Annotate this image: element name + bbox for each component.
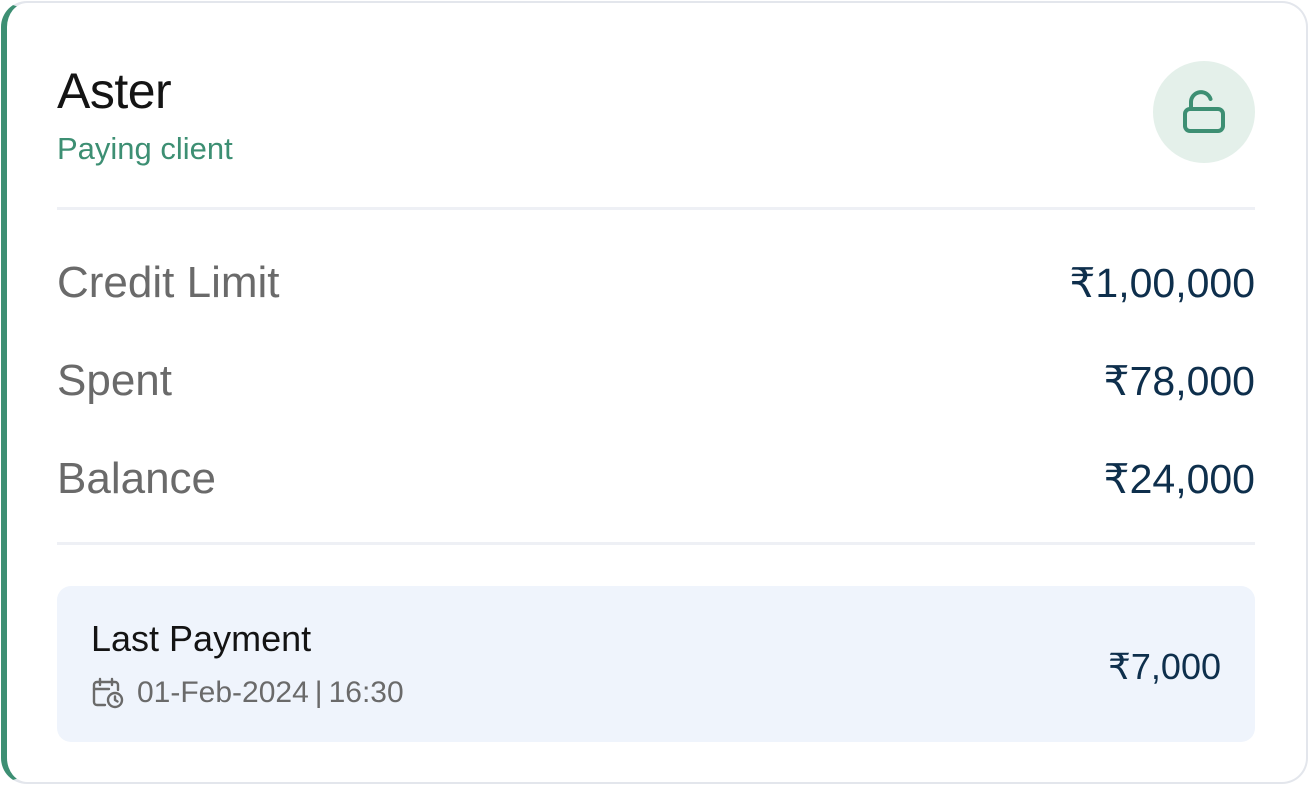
credit-limit-value: ₹1,00,000 [1069,260,1255,306]
last-payment-title: Last Payment [91,618,312,659]
last-payment-panel: Last Payment 01-Feb-2024 | 16:30 ₹7,000 [57,586,1255,742]
summary-row-balance: Balance ₹24,000 [57,449,1255,509]
balance-value: ₹24,000 [1103,456,1256,502]
summary-row-spent: Spent ₹78,000 [57,351,1255,411]
client-header: Aster Paying client [57,61,233,169]
spent-label: Spent [57,356,172,405]
client-name: Aster [57,63,172,119]
header-divider [57,207,1255,210]
summary-row-credit-limit: Credit Limit ₹1,00,000 [57,253,1255,313]
summary-divider [57,542,1255,545]
unlock-button[interactable] [1153,61,1255,163]
credit-limit-label: Credit Limit [57,258,280,307]
calendar-clock-icon [91,676,125,710]
last-payment-time: 16:30 [328,676,404,709]
spent-value: ₹78,000 [1103,358,1256,404]
client-status: Paying client [57,131,233,166]
last-payment-amount: ₹7,000 [1108,646,1221,687]
client-credit-card: Aster Paying client Credit Limit ₹1,00,0… [1,1,1308,784]
balance-label: Balance [57,454,217,503]
datetime-separator: | [314,676,323,709]
last-payment-date: 01-Feb-2024 [137,676,309,709]
unlock-icon [1181,88,1227,136]
last-payment-datetime: 01-Feb-2024 | 16:30 [91,676,404,710]
